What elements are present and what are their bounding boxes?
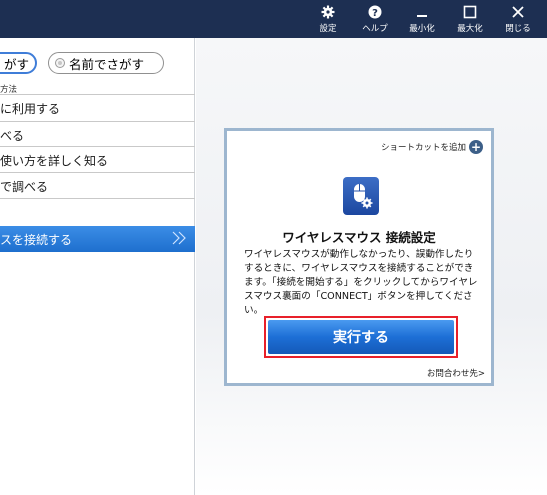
contact-link[interactable]: お問合わせ先> (427, 367, 485, 379)
close-icon (511, 4, 525, 20)
search-by-name-tab[interactable]: 名前でさがす (48, 52, 164, 74)
svg-text:?: ? (372, 8, 378, 19)
maximize-icon (463, 4, 477, 20)
plus-icon: + (469, 140, 483, 154)
close-label: 閉じる (505, 24, 531, 34)
menu-item-label: スを接続する (0, 232, 73, 247)
settings-button[interactable]: 設定 (316, 4, 340, 36)
add-shortcut-label: ショートカットを追加 (380, 143, 466, 153)
card-description: ワイヤレスマウスが動作しなかったり、誤動作したりするときに、ワイヤレスマウスを接… (244, 249, 478, 316)
menu-item[interactable]: に利用する (0, 95, 195, 121)
tool-card: ショートカットを追加 + ワイヤレスマウス 接続設定 ワイヤレスマウスが動作しな… (224, 128, 494, 386)
close-button[interactable]: 閉じる (502, 4, 534, 36)
search-tab-active[interactable]: がす (0, 52, 37, 74)
search-by-name-label: 名前でさがす (69, 56, 145, 72)
wireless-mouse-icon (343, 177, 379, 215)
menu-item[interactable]: 使い方を詳しく知る (0, 147, 195, 173)
maximize-label: 最大化 (457, 24, 483, 34)
gear-icon (321, 4, 335, 20)
execute-highlight: 実行する (264, 316, 458, 358)
settings-label: 設定 (319, 24, 337, 34)
minimize-icon (415, 4, 429, 20)
radio-icon (55, 58, 65, 68)
left-panel: がす 名前でさがす 方法 に利用する べる 使い方を詳しく知る で調べる スを接… (0, 38, 195, 495)
minimize-button[interactable]: 最小化 (406, 4, 438, 36)
menu-item-label: 使い方を詳しく知る (0, 153, 109, 168)
minimize-label: 最小化 (409, 24, 435, 34)
add-shortcut-link[interactable]: ショートカットを追加 + (381, 140, 483, 154)
execute-button[interactable]: 実行する (268, 320, 454, 354)
help-icon: ? (368, 4, 382, 20)
menu-item-label: べる (0, 128, 25, 143)
menu-item[interactable]: べる (0, 122, 195, 148)
menu-item-label: で調べる (0, 179, 49, 194)
card-title: ワイヤレスマウス 接続設定 (282, 230, 436, 245)
menu-item-label: に利用する (0, 101, 61, 116)
help-button[interactable]: ? ヘルプ (360, 4, 390, 36)
search-tab-active-label: がす (4, 56, 30, 72)
help-label: ヘルプ (362, 24, 388, 34)
divider (0, 198, 195, 199)
title-bar: 設定 ? ヘルプ 最小化 最大化 閉じる (0, 0, 547, 38)
content-area: ショートカットを追加 + ワイヤレスマウス 接続設定 ワイヤレスマウスが動作しな… (196, 38, 547, 495)
search-mode-tabs: がす 名前でさがす (0, 52, 195, 74)
maximize-button[interactable]: 最大化 (454, 4, 486, 36)
menu-item[interactable]: で調べる (0, 173, 195, 199)
menu-item-selected[interactable]: スを接続する (0, 226, 195, 252)
double-chevron-right-icon (171, 231, 189, 248)
